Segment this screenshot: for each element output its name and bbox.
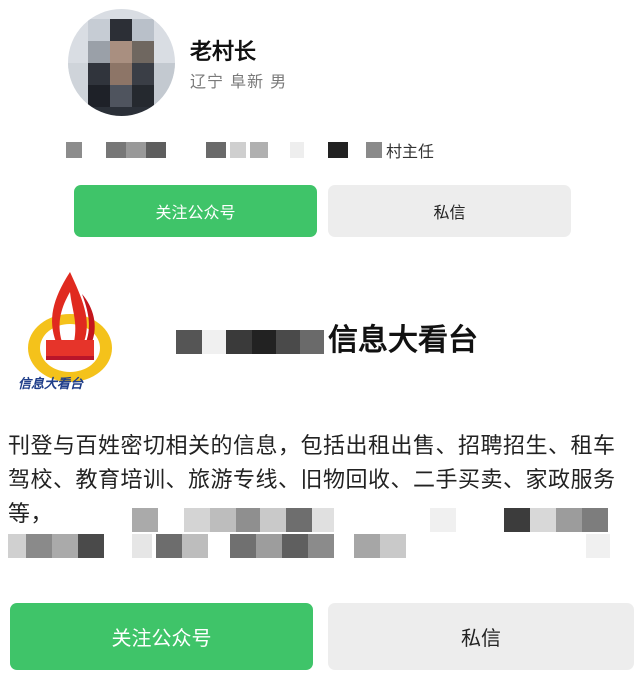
private-message-button[interactable]: 私信 [328,185,571,237]
account-message-button[interactable]: 私信 [328,603,634,670]
account-title: 信息大看台 [328,323,478,358]
avatar[interactable] [68,9,175,116]
redacted-description [8,506,618,562]
redacted-text [176,328,326,354]
redacted-text [66,140,386,160]
profile-location: 辽宁 阜新 男 [190,72,288,91]
flame-logo-icon: 信息大看台 [12,270,134,398]
profile-role: 村主任 [386,142,435,161]
account-follow-button[interactable]: 关注公众号 [10,603,313,670]
follow-official-account-button[interactable]: 关注公众号 [74,185,317,237]
profile-name: 老村长 [190,40,257,65]
logo-text: 信息大看台 [18,376,84,392]
